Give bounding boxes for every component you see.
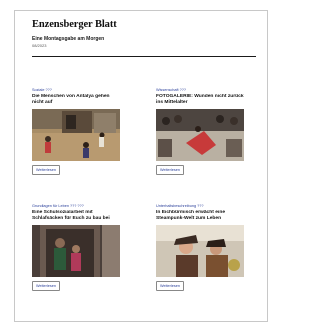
article-kicker: Wissenschaft ??? xyxy=(156,88,186,92)
read-more-button[interactable]: Weiterlesen xyxy=(32,281,60,291)
read-more-button[interactable]: Weiterlesen xyxy=(156,281,184,291)
read-more-button[interactable]: Weiterlesen xyxy=(32,165,60,175)
family-doorway-photo[interactable] xyxy=(32,225,120,277)
article-headline[interactable]: In Eichbürmisch erwächt eine Steampunk-W… xyxy=(156,210,244,223)
newsletter-subtitle: Eine Montagsgabe am Morgen xyxy=(32,36,105,42)
article-headline[interactable]: FOTOGALERIE: Wunden nicht zurück ins Mit… xyxy=(156,94,244,107)
masthead: Enzensberger Blatt Eine Montagsgabe am M… xyxy=(32,19,257,57)
article-kicker: Grundlagen für Leben ??? ??? xyxy=(32,204,84,208)
costume-portrait-photo[interactable] xyxy=(156,225,244,277)
article-headline[interactable]: Die Menschen von Antalya gehen nicht auf xyxy=(32,94,120,107)
article-card[interactable]: Unterhaltsbeschreibung ??? In Eichbürmis… xyxy=(156,204,244,291)
read-more-button[interactable]: Weiterlesen xyxy=(156,165,184,175)
dancer-crowd-photo[interactable] xyxy=(156,109,244,161)
masthead-divider xyxy=(32,56,256,57)
article-card[interactable]: Wissenschaft ??? FOTOGALERIE: Wunden nic… xyxy=(156,88,244,175)
article-card[interactable]: Grundlagen für Leben ??? ??? Eine Schuls… xyxy=(32,204,120,291)
article-kicker: Unterhaltsbeschreibung ??? xyxy=(156,204,204,208)
article-headline[interactable]: Eine Schulsozialarbeit mit Schlafsäcken … xyxy=(32,210,120,223)
newsletter-title: Enzensberger Blatt xyxy=(32,19,117,30)
newsletter-page: Enzensberger Blatt Eine Montagsgabe am M… xyxy=(14,10,268,322)
article-card[interactable]: Soziale ??? Die Menschen von Antalya geh… xyxy=(32,88,120,175)
street-children-photo[interactable] xyxy=(32,109,120,161)
article-kicker: Soziale ??? xyxy=(32,88,52,92)
newsletter-small-text: 08/2023 xyxy=(32,43,47,48)
